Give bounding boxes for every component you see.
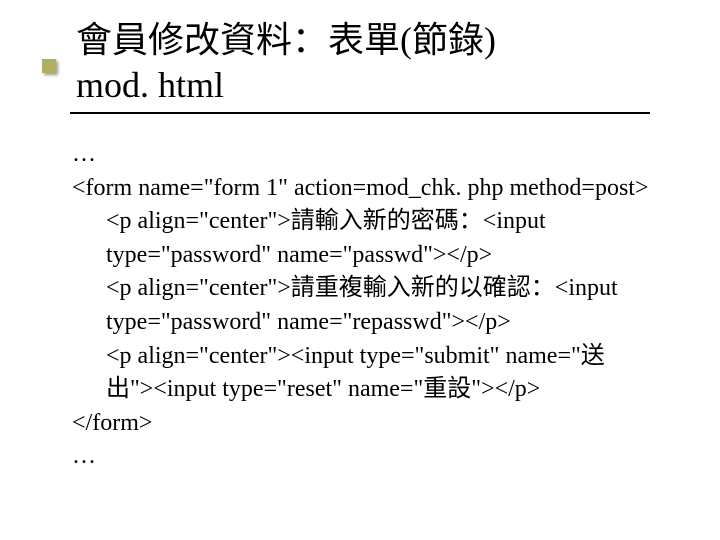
code-line: …	[72, 440, 650, 474]
code-line: </form>	[72, 407, 650, 441]
code-line: <p align="center">請重複輸入新的以確認：<input type…	[72, 272, 650, 339]
code-line: <p align="center">請輸入新的密碼：<input type="p…	[72, 205, 650, 272]
title-line-1: 會員修改資料：表單(節錄)	[70, 18, 650, 63]
slide: 會員修改資料：表單(節錄) mod. html … <form name="fo…	[0, 18, 720, 474]
bullet-square-icon	[42, 59, 56, 73]
code-line: <p align="center"><input type="submit" n…	[72, 340, 650, 407]
code-line: …	[72, 138, 650, 172]
code-block: … <form name="form 1" action=mod_chk. ph…	[70, 138, 650, 474]
title-line-2: mod. html	[70, 63, 650, 114]
code-line: <form name="form 1" action=mod_chk. php …	[72, 172, 650, 206]
title-block: 會員修改資料：表單(節錄) mod. html	[70, 18, 650, 114]
